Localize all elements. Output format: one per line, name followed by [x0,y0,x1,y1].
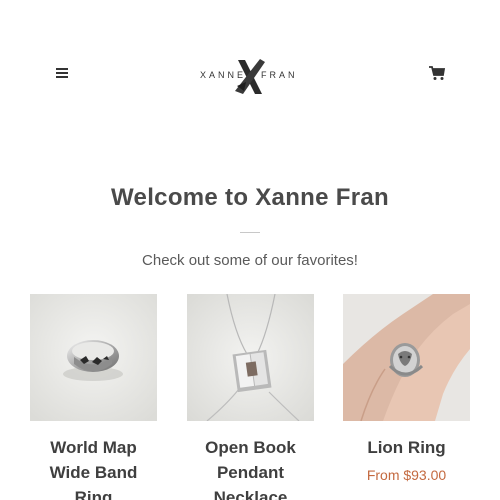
product-card-lion-ring[interactable]: Lion Ring From $93.00 [343,294,470,484]
cart-button[interactable] [428,64,448,82]
product-name[interactable]: World Map Wide Band Ring [30,435,157,500]
hamburger-icon [56,68,68,70]
title-divider [240,232,260,233]
cart-icon [429,66,446,80]
site-logo[interactable]: XANNE FRAN [198,58,302,96]
product-image[interactable] [187,294,314,421]
product-name[interactable]: Lion Ring [343,435,470,460]
product-card-open-book-necklace[interactable]: Open Book Pendant Necklace [187,294,314,500]
product-image[interactable] [30,294,157,421]
featured-products: World Map Wide Band Ring Open Book Penda… [30,294,470,500]
site-header: XANNE FRAN [0,0,500,150]
product-image[interactable] [343,294,470,421]
product-name[interactable]: Open Book Pendant Necklace [187,435,314,500]
page-title: Welcome to Xanne Fran [111,184,389,211]
product-card-world-map-ring[interactable]: World Map Wide Band Ring [30,294,157,500]
page-subtitle: Check out some of our favorites! [142,252,358,269]
welcome-section: Welcome to Xanne Fran Check out some of … [0,180,500,271]
menu-button[interactable] [53,66,73,82]
product-price: From $93.00 [366,467,447,483]
logo-text-right: FRAN [261,70,298,80]
